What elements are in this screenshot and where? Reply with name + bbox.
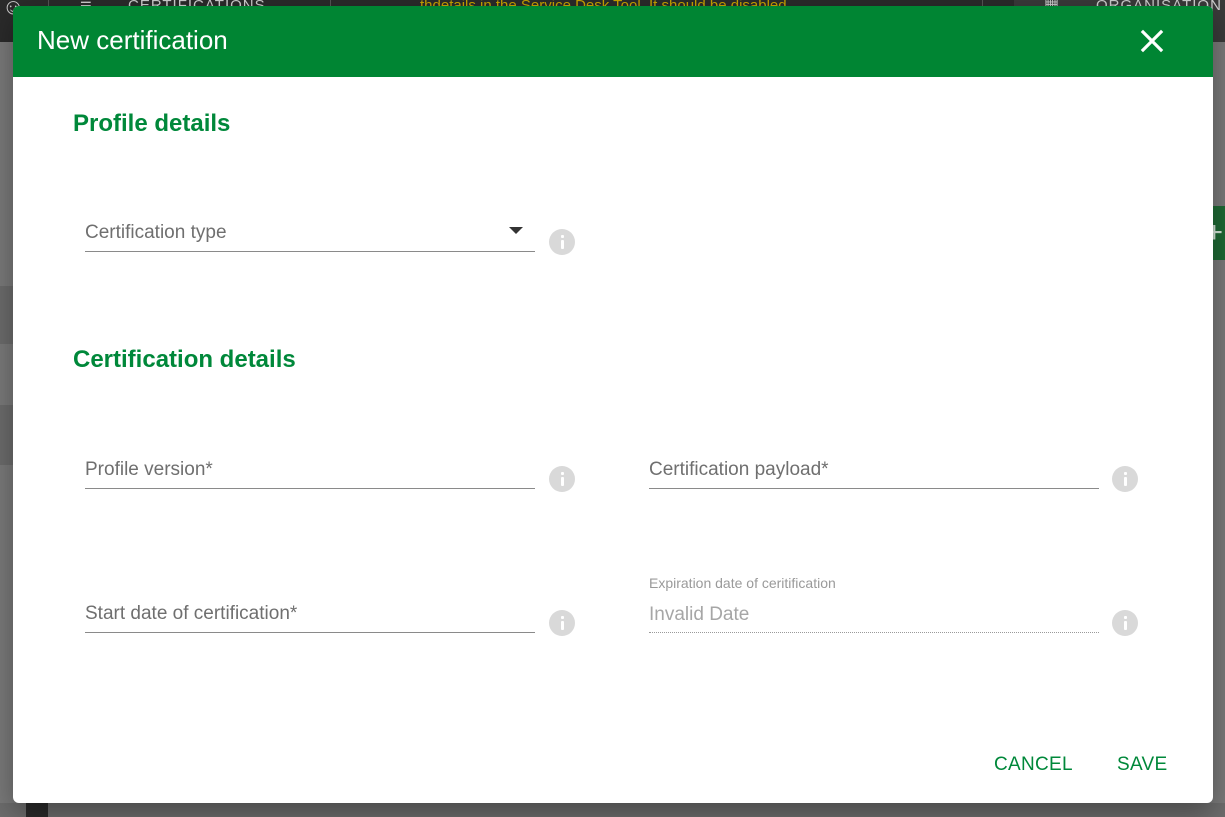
expiration-date-field: Expiration date of ceritification Invali…	[649, 574, 1099, 634]
background-row	[0, 405, 13, 465]
field-underline	[85, 488, 535, 489]
new-certification-dialog: New certification Profile details Certif…	[13, 6, 1213, 803]
start-date-label: Start date of certification*	[85, 603, 298, 624]
cancel-button[interactable]: CANCEL	[994, 754, 1073, 776]
expiration-date-value: Invalid Date	[649, 604, 750, 625]
start-date-info-icon[interactable]	[549, 610, 575, 636]
certification-type-label: Certification type	[85, 222, 227, 243]
save-button[interactable]: SAVE	[1117, 754, 1167, 776]
certification-type-info-icon[interactable]	[549, 229, 575, 255]
field-underline-dotted	[649, 632, 1099, 633]
expiration-date-info-icon[interactable]	[1112, 610, 1138, 636]
background-footer	[0, 803, 1225, 817]
dropdown-caret-icon	[509, 227, 523, 234]
dialog-title: New certification	[37, 25, 228, 55]
field-underline	[649, 488, 1099, 489]
background-row	[0, 286, 13, 344]
start-date-input[interactable]: Start date of certification*	[85, 603, 535, 633]
certification-payload-label: Certification payload*	[649, 459, 829, 480]
certification-type-select[interactable]: Certification type	[85, 222, 535, 252]
section-title-certification-details: Certification details	[73, 346, 296, 373]
field-underline	[85, 251, 535, 252]
profile-version-input[interactable]: Profile version*	[85, 459, 535, 489]
expiration-date-label: Expiration date of ceritification	[649, 575, 836, 591]
profile-version-info-icon[interactable]	[549, 466, 575, 492]
section-title-profile-details: Profile details	[73, 110, 231, 137]
profile-version-label: Profile version*	[85, 459, 213, 480]
close-icon	[1140, 29, 1164, 53]
field-underline	[85, 632, 535, 633]
certification-payload-info-icon[interactable]	[1112, 466, 1138, 492]
close-button[interactable]	[1137, 26, 1167, 56]
dialog-header: New certification	[13, 6, 1213, 77]
certification-payload-input[interactable]: Certification payload*	[649, 459, 1099, 489]
